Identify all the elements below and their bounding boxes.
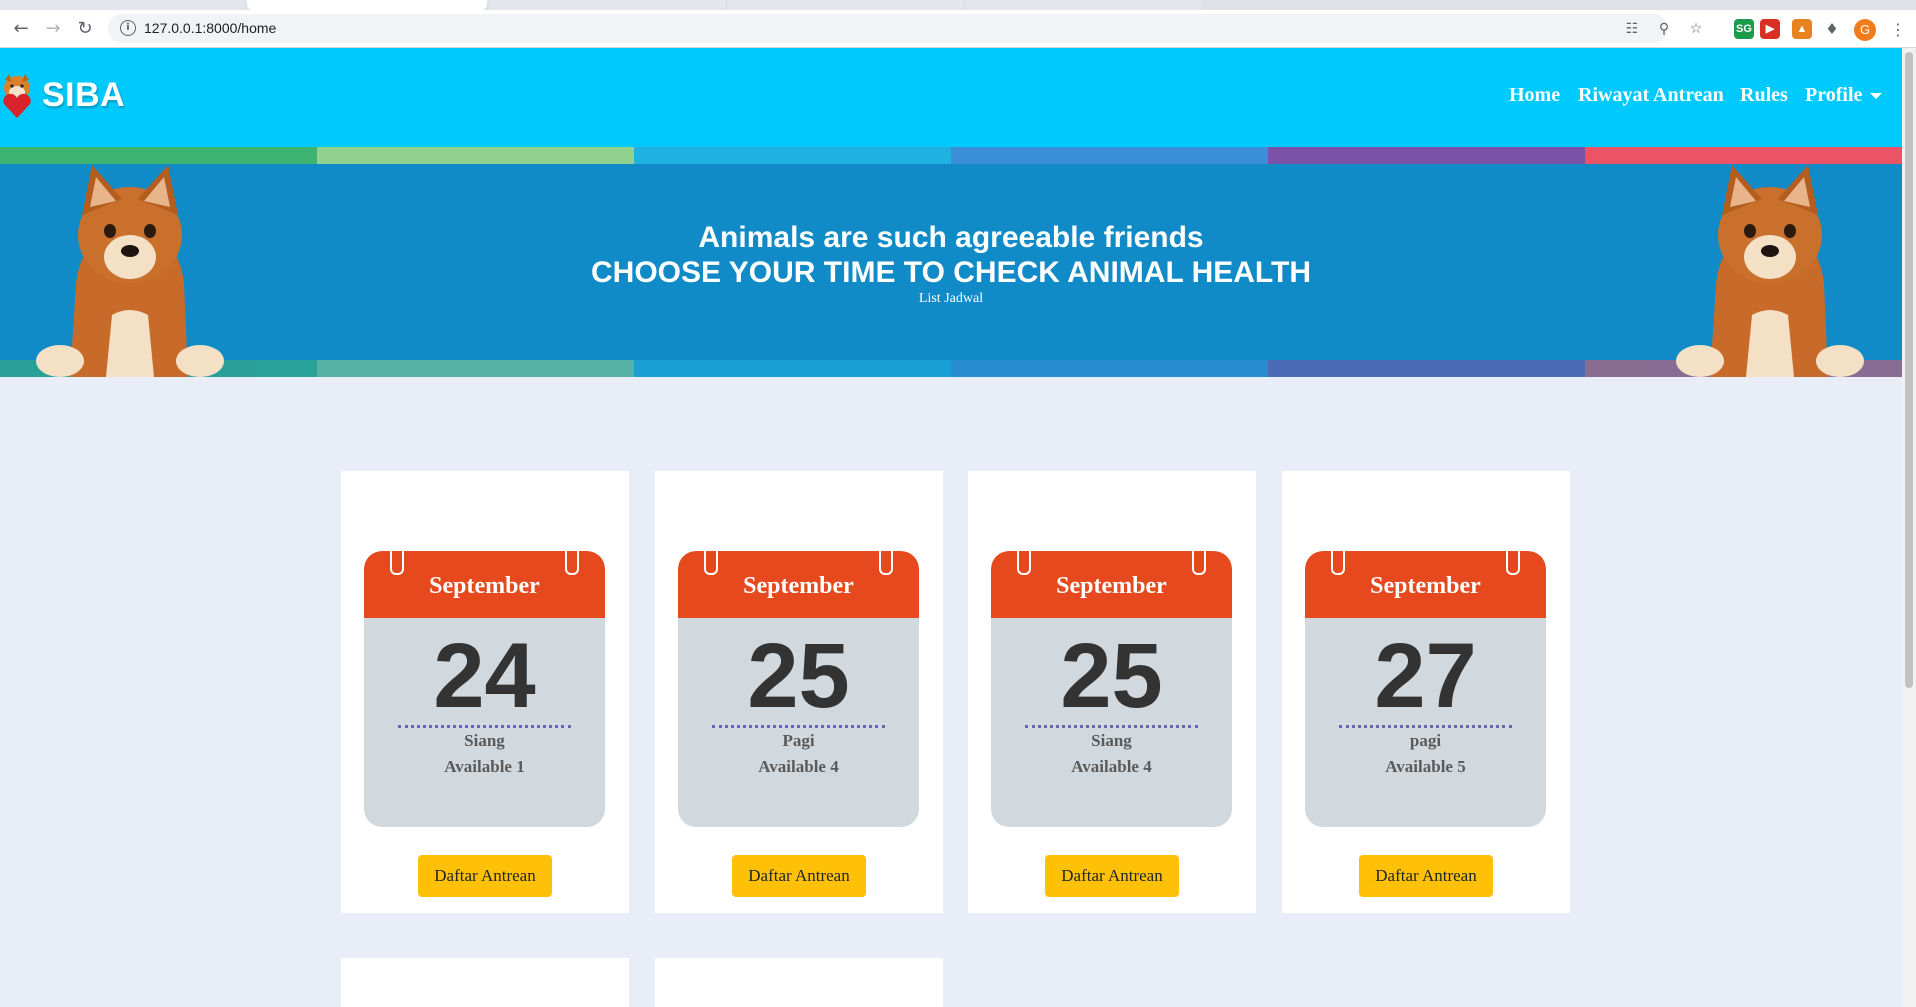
brand-name[interactable]: SIBA — [42, 76, 125, 115]
daftar-antrean-button[interactable]: Daftar Antrean — [1359, 855, 1493, 897]
schedule-card: September 27 pagi Available 5 Daftar Ant… — [1282, 471, 1570, 913]
calendar-month: September — [1370, 573, 1481, 599]
calendar-availability: Available 4 — [758, 757, 839, 776]
schedule-card: September 24 Siang Available 1 Daftar An… — [341, 471, 629, 913]
hero-color-band-top — [0, 147, 1902, 164]
calendar-day: 25 — [747, 625, 850, 727]
page-scrollbar[interactable] — [1902, 48, 1916, 1007]
address-bar-url[interactable]: 127.0.0.1:8000/home — [144, 20, 276, 36]
calendar-icon: September 24 Siang Available 1 — [364, 551, 605, 827]
calendar-ring — [1506, 551, 1520, 575]
nav-riwayat-antrean-link[interactable]: Riwayat Antrean — [1578, 84, 1724, 107]
calendar-divider — [1339, 725, 1512, 728]
calendar-month: September — [743, 573, 854, 599]
calendar-day: 27 — [1374, 625, 1477, 727]
reload-icon[interactable]: ↻ — [72, 16, 98, 42]
hero-headline: CHOOSE YOUR TIME TO CHECK ANIMAL HEALTH — [590, 256, 1312, 289]
scrollbar-thumb[interactable] — [1905, 52, 1913, 688]
calendar-ring — [1017, 551, 1031, 575]
schedule-card: September 25 Pagi Available 4 Daftar Ant… — [655, 471, 943, 913]
calendar-month: September — [429, 573, 540, 599]
calendar-session: Siang — [464, 731, 505, 750]
nav-rules-link[interactable]: Rules — [1740, 84, 1788, 107]
calendar-divider — [398, 725, 571, 728]
browser-tab[interactable] — [966, 0, 1201, 10]
calendar-divider — [712, 725, 885, 728]
browser-tab-strip — [0, 0, 1916, 10]
nav-home-link[interactable]: Home — [1509, 84, 1560, 107]
browser-tab-active[interactable] — [247, 0, 487, 10]
site-navbar: SIBA Home Riwayat Antrean Rules Profile — [0, 48, 1902, 147]
browser-tab[interactable] — [490, 0, 725, 10]
calendar-ring — [1192, 551, 1206, 575]
calendar-ring — [704, 551, 718, 575]
calendar-availability: Available 1 — [444, 757, 525, 776]
calendar-icon: September 25 Pagi Available 4 — [678, 551, 919, 827]
calendar-month: September — [1056, 573, 1167, 599]
page-viewport: SIBA Home Riwayat Antrean Rules Profile — [0, 48, 1902, 1007]
calendar-day: 25 — [1060, 625, 1163, 727]
calendar-session: pagi — [1409, 731, 1442, 750]
browser-menu-icon[interactable]: ⋮ — [1890, 19, 1906, 41]
calendar-availability: Available 4 — [1071, 757, 1152, 776]
schedule-card — [655, 958, 943, 1007]
forward-icon[interactable]: → — [40, 16, 66, 42]
daftar-antrean-button[interactable]: Daftar Antrean — [1045, 855, 1179, 897]
extension-sg-icon[interactable]: SG — [1734, 19, 1754, 39]
calendar-session: Pagi — [782, 731, 815, 750]
zoom-icon[interactable]: ⚲ — [1654, 19, 1674, 39]
hero-banner: Animals are such agreeable friends CHOOS… — [0, 147, 1902, 377]
calendar-icon: September 27 pagi Available 5 — [1305, 551, 1546, 827]
extension-play-icon[interactable]: ▶ — [1760, 19, 1780, 39]
hero-subtitle: List Jadwal — [918, 291, 984, 306]
schedule-card: September 25 Siang Available 4 Daftar An… — [968, 471, 1256, 913]
nav-profile-dropdown[interactable]: Profile — [1805, 84, 1862, 107]
calendar-ring — [879, 551, 893, 575]
schedule-card — [341, 958, 629, 1007]
address-bar[interactable]: i 127.0.0.1:8000/home ☷ ⚲ ☆ — [108, 14, 1702, 43]
calendar-icon: September 25 Siang Available 4 — [991, 551, 1232, 827]
profile-avatar[interactable]: G — [1854, 19, 1876, 41]
calendar-day: 24 — [433, 625, 536, 727]
site-info-icon[interactable]: i — [120, 20, 136, 36]
metamask-fox-icon[interactable]: ▲ — [1792, 19, 1812, 39]
dog-heart-logo-icon — [3, 74, 31, 118]
browser-tab[interactable] — [728, 0, 963, 10]
calendar-divider — [1025, 725, 1198, 728]
calendar-availability: Available 5 — [1385, 757, 1466, 776]
daftar-antrean-button[interactable]: Daftar Antrean — [418, 855, 552, 897]
browser-toolbar: ← → ↻ i 127.0.0.1:8000/home ☷ ⚲ ☆ SG ▶ ▲… — [0, 10, 1916, 48]
chevron-down-icon[interactable] — [1870, 93, 1882, 99]
daftar-antrean-button[interactable]: Daftar Antrean — [732, 855, 866, 897]
calendar-session: Siang — [1091, 731, 1132, 750]
calendar-ring — [390, 551, 404, 575]
hero-tagline: Animals are such agreeable friends — [698, 221, 1204, 254]
bookmark-star-icon[interactable]: ☆ — [1686, 19, 1706, 39]
translate-icon[interactable]: ☷ — [1622, 19, 1642, 39]
puppy-illustration-right — [1676, 165, 1864, 377]
calendar-ring — [1331, 551, 1345, 575]
hero-color-band-bottom — [0, 360, 1902, 377]
extensions-puzzle-icon[interactable]: ♦ — [1822, 19, 1842, 39]
calendar-ring — [565, 551, 579, 575]
back-icon[interactable]: ← — [8, 16, 34, 42]
browser-tab[interactable] — [0, 0, 245, 10]
